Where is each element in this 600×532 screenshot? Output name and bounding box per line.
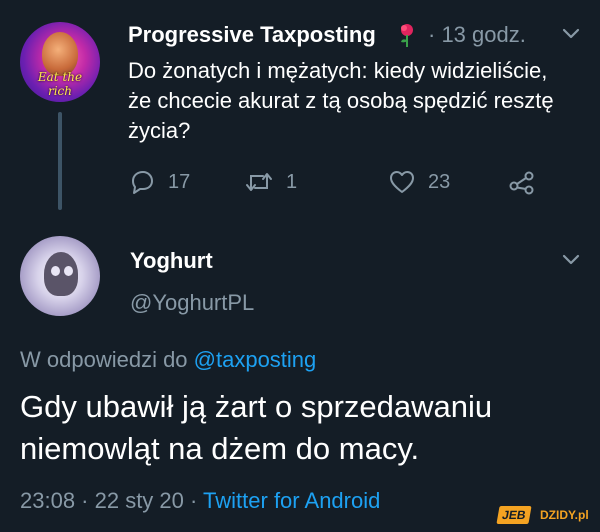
chevron-down-icon[interactable] bbox=[560, 26, 582, 42]
tweet-timestamp: 23:08 · 22 sty 20 · bbox=[20, 488, 204, 513]
avatar-yoghurt[interactable] bbox=[20, 236, 100, 316]
heart-icon bbox=[390, 171, 414, 193]
share-button[interactable] bbox=[508, 168, 536, 196]
retweet-count: 1 bbox=[286, 170, 298, 193]
like-count: 23 bbox=[428, 170, 451, 193]
rose-icon bbox=[401, 24, 413, 47]
replying-to-prefix: W odpowiedzi do bbox=[20, 347, 194, 372]
retweet-icon bbox=[246, 173, 272, 191]
reply-button[interactable]: 17 bbox=[128, 168, 190, 196]
avatar-eye bbox=[51, 266, 60, 276]
reply-author-name[interactable]: Yoghurt bbox=[130, 248, 213, 274]
avatar-progressive-taxposting[interactable]: Eat the rich bbox=[20, 22, 100, 102]
thread-connector-line bbox=[58, 112, 62, 210]
reply-icon bbox=[132, 171, 153, 194]
parent-tweet-text: Do żonatych i mężatych: kiedy widzieliśc… bbox=[128, 58, 554, 143]
parent-author-name[interactable]: Progressive Taxposting bbox=[128, 22, 376, 48]
reply-count: 17 bbox=[168, 170, 191, 193]
watermark-text: DZIDY.pl bbox=[540, 508, 589, 522]
avatar-caption: Eat the rich bbox=[37, 70, 83, 98]
reply-tweet-text: Gdy ubawił ją żart o sprzedawaniu niemow… bbox=[20, 389, 493, 466]
tweet-meta: 23:08 · 22 sty 20 · Twitter for Android bbox=[20, 488, 380, 514]
chevron-down-icon[interactable] bbox=[560, 252, 582, 268]
watermark-logo: JEB bbox=[496, 506, 532, 524]
share-icon bbox=[509, 171, 534, 195]
like-button[interactable]: 23 bbox=[388, 168, 450, 196]
avatar-figure bbox=[44, 252, 78, 296]
replying-to-line: W odpowiedzi do @taxposting bbox=[20, 347, 316, 373]
parent-timestamp[interactable]: · 13 godz. bbox=[428, 22, 526, 48]
reply-author-handle[interactable]: @YoghurtPL bbox=[130, 290, 254, 316]
tweet-client-link[interactable]: Twitter for Android bbox=[203, 488, 380, 513]
retweet-button[interactable]: 1 bbox=[244, 168, 297, 196]
replying-to-mention[interactable]: @taxposting bbox=[194, 347, 317, 372]
avatar-eye bbox=[64, 266, 73, 276]
